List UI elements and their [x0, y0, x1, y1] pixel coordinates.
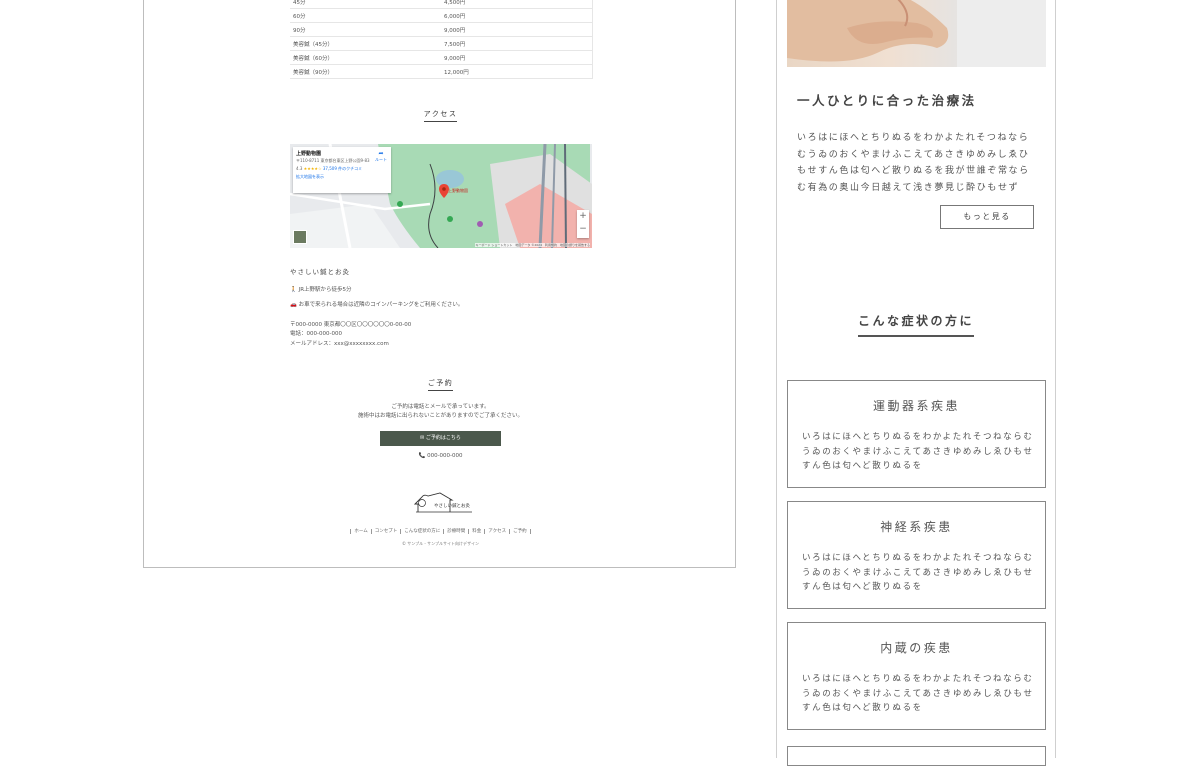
zoom-in-button[interactable]: +: [577, 210, 589, 223]
table-row: 60分 6,000円: [290, 8, 593, 23]
price-item: 美容鍼（45分）: [290, 36, 441, 51]
footer-nav-access[interactable]: アクセス: [484, 529, 510, 534]
footer-nav-reservation[interactable]: ご予約: [509, 529, 531, 534]
map-pin-label: 上野動物園: [448, 188, 468, 193]
symptom-card-internal[interactable]: 内蔵の疾患 いろはにほへとちりぬるをわかよたれそつねならむうゐのおくやまけふこえ…: [787, 622, 1046, 730]
page-preview: 45分 4,500円 60分 6,000円 90分 9,000円 美容鍼（45分） 7,…: [143, 0, 736, 568]
table-row: 美容鍼（90分） 12,000円: [290, 64, 593, 79]
email-info: メールアドレス：xxx@xxxxxxxx.com: [290, 341, 389, 347]
symptom-card-title: 内蔵の疾患: [880, 641, 953, 655]
copyright: © サンプル - サンプルサイト向けデザイン: [401, 541, 480, 546]
map-embed[interactable]: 上野動物園 〒110-8711 東京都台東区上野公園9-83 4.3 ★★★★☆…: [290, 144, 592, 248]
rating-value: 4.3: [296, 166, 303, 171]
star-icon: ★★★★☆: [303, 166, 322, 171]
table-row: 90分 9,000円: [290, 22, 593, 37]
map-footer: キーボード ショートカット 地図データ ©2024 利用規約 地図の誤りを報告す…: [475, 243, 590, 247]
map-zoom-control[interactable]: + −: [577, 210, 589, 238]
walk-info: 🚶 JR上野駅から徒歩5分: [290, 287, 352, 293]
price-item: 60分: [290, 8, 441, 23]
care-title: 一人ひとりに合った治療法: [797, 93, 977, 108]
logo-text: やさしい鍼とお灸: [434, 504, 470, 509]
hero-image: [787, 0, 1046, 67]
price-value: 9,000円: [441, 22, 593, 37]
sidebar-panel: 一人ひとりに合った治療法 いろはにほへとちりぬるをわかよたれそつねならむうゐのお…: [776, 0, 1056, 766]
footer-nav-home[interactable]: ホーム: [350, 529, 371, 534]
hand-photo: [787, 0, 1046, 67]
symptom-card-next[interactable]: [787, 746, 1046, 766]
enlarge-map-link[interactable]: 拡大地図を表示: [296, 174, 388, 180]
symptom-card-nervous[interactable]: 神経系疾患 いろはにほへとちりぬるをわかよたれそつねならむうゐのおくやまけふこえ…: [787, 501, 1046, 609]
footer-nav-symptoms[interactable]: こんな症状の方に: [400, 529, 444, 534]
reservation-button[interactable]: ✉ ご予約はこちら: [380, 431, 501, 446]
map-rating: 4.3 ★★★★☆ 37,509 件のクチコミ: [296, 166, 388, 172]
price-table: 45分 4,500円 60分 6,000円 90分 9,000円 美容鍼（45分） 7,…: [290, 0, 593, 79]
symptoms-heading: こんな症状の方に: [777, 312, 1055, 337]
symptom-card-musculoskeletal[interactable]: 運動器系疾患 いろはにほへとちりぬるをわかよたれそつねならむうゐのおくやまけふこ…: [787, 380, 1046, 488]
phone-info: 電話：000-000-000: [290, 331, 342, 337]
route-button[interactable]: ➦ ルート: [375, 150, 387, 163]
price-item: 90分: [290, 22, 441, 37]
reservation-heading: ご予約: [144, 378, 737, 391]
price-value: 4,500円: [441, 0, 593, 9]
reservation-phone: 📞 000-000-000: [418, 453, 463, 459]
map-info-card: 上野動物園 〒110-8711 東京都台東区上野公園9-83 4.3 ★★★★☆…: [293, 147, 391, 193]
table-row: 美容鍼（45分） 7,500円: [290, 36, 593, 51]
price-value: 6,000円: [441, 8, 593, 23]
footer-nav-hours[interactable]: 診療時間: [443, 529, 469, 534]
price-value: 7,500円: [441, 36, 593, 51]
price-item: 45分: [290, 0, 441, 9]
reservation-line-2: 施術中はお電話に出られないことがありますのでご了承ください。: [357, 413, 523, 419]
more-button[interactable]: もっと見る: [940, 205, 1034, 229]
price-value: 9,000円: [441, 50, 593, 65]
reservation-line-1: ご予約は電話とメールで承っています。: [391, 404, 490, 410]
price-item: 美容鍼（60分）: [290, 50, 441, 65]
price-item: 美容鍼（90分）: [290, 64, 441, 79]
care-description: いろはにほへとちりぬるをわかよたれそつねならむうゐのおくやまけふこえてあさきゆめ…: [797, 133, 1030, 193]
car-info: 🚗 お車で来られる場合は近隣のコインパーキングをご利用ください。: [290, 302, 464, 308]
zoom-out-button[interactable]: −: [577, 223, 589, 236]
reviews-link[interactable]: 37,509 件のクチコミ: [323, 166, 362, 171]
symptom-card-title: 運動器系疾患: [872, 399, 960, 413]
symptom-card-body: いろはにほへとちりぬるをわかよたれそつねならむうゐのおくやまけふこえてあさきゆめ…: [802, 432, 1034, 471]
clinic-name: やさしい鍼とお灸: [290, 268, 350, 276]
table-row: 45分 4,500円: [290, 0, 593, 9]
price-value: 12,000円: [441, 64, 593, 79]
directions-icon: ➦: [378, 150, 384, 157]
footer-nav: ホーム コンセプト こんな症状の方に 診療時間 料金 アクセス ご予約: [144, 528, 737, 534]
symptom-card-body: いろはにほへとちりぬるをわかよたれそつねならむうゐのおくやまけふこえてあさきゆめ…: [802, 674, 1034, 713]
symptom-card-body: いろはにほへとちりぬるをわかよたれそつねならむうゐのおくやまけふこえてあさきゆめ…: [802, 553, 1034, 592]
symptom-card-title: 神経系疾患: [880, 520, 953, 534]
table-row: 美容鍼（60分） 9,000円: [290, 50, 593, 65]
route-label: ルート: [375, 157, 387, 162]
postal-address: 〒000-0000 東京都〇〇区〇〇〇〇〇〇0-00-00: [290, 322, 412, 328]
access-heading: アクセス: [144, 109, 737, 122]
footer-nav-price[interactable]: 料金: [468, 529, 485, 534]
footer-nav-concept[interactable]: コンセプト: [370, 529, 401, 534]
map-layer-thumbnail[interactable]: [293, 230, 307, 244]
